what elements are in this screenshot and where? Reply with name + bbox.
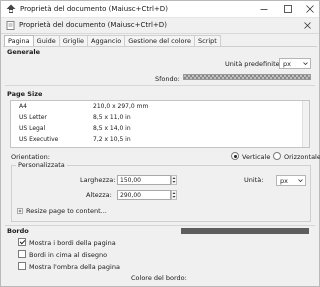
- page-size-heading: Page Size: [7, 90, 43, 98]
- dialog-panel-header: Proprietà del documento (Maiusc+Ctrl+D): [1, 18, 319, 34]
- border-on-top-label: Bordi in cima al disegno: [29, 251, 108, 259]
- background-color-swatch[interactable]: [183, 74, 311, 80]
- page-size-name: A4: [19, 103, 27, 110]
- maximize-button[interactable]: [281, 3, 295, 15]
- show-page-shadow-checkbox[interactable]: [18, 262, 26, 270]
- units-label: Unità:: [244, 176, 264, 184]
- tab-grids[interactable]: Griglie: [58, 35, 89, 46]
- border-heading: Bordo: [7, 227, 29, 235]
- landscape-radio[interactable]: [273, 152, 281, 160]
- page-size-name: US Executive: [19, 136, 59, 143]
- custom-units-select[interactable]: px: [276, 175, 306, 186]
- chevron-down-icon: [298, 179, 303, 183]
- show-page-border-checkbox[interactable]: [18, 238, 26, 246]
- general-heading: Generale: [7, 48, 41, 56]
- width-label: Larghezza:: [80, 176, 116, 184]
- custom-units-value: px: [280, 177, 288, 185]
- border-on-top-checkbox[interactable]: [18, 250, 26, 258]
- background-label: Sfondo:: [155, 75, 180, 83]
- page-size-name: US Letter: [19, 114, 47, 121]
- page-size-list[interactable]: A4 210,0 x 297,0 mm US Letter 8,5 x 11,0…: [10, 100, 310, 148]
- portrait-radio[interactable]: [231, 152, 239, 160]
- landscape-label: Orizzontale: [284, 153, 320, 161]
- chevron-down-icon: [303, 62, 308, 66]
- tab-guides[interactable]: Guide: [32, 35, 60, 46]
- height-input[interactable]: 290,00: [117, 190, 171, 200]
- document-properties-icon: [6, 21, 15, 30]
- width-input[interactable]: 150,00: [117, 175, 171, 185]
- orientation-label: Orientation:: [11, 153, 50, 161]
- resize-to-content-expander[interactable]: Resize page to content...: [26, 207, 107, 215]
- page-tab-content: Generale Unità predefinite: px Sfondo: P…: [3, 46, 320, 286]
- window-title: Proprietà del documento (Maiusc+Ctrl+D): [20, 5, 168, 13]
- minimize-button[interactable]: [257, 3, 271, 15]
- list-item[interactable]: US Legal 8,5 x 14,0 in: [11, 123, 309, 134]
- tab-page[interactable]: Pagina: [4, 35, 34, 46]
- document-properties-window: Proprietà del documento (Maiusc+Ctrl+D) …: [0, 0, 320, 287]
- default-units-label: Unità predefinite:: [225, 60, 282, 68]
- page-size-name: US Legal: [19, 125, 46, 132]
- panel-title: Proprietà del documento (Maiusc+Ctrl+D): [19, 21, 167, 29]
- list-item[interactable]: A4 210,0 x 297,0 mm: [11, 101, 309, 112]
- border-color-swatch[interactable]: [181, 228, 309, 234]
- list-item[interactable]: US Letter 8,5 x 11,0 in: [11, 112, 309, 123]
- page-size-dims: 8,5 x 14,0 in: [93, 125, 131, 132]
- page-size-dims: 8,5 x 11,0 in: [93, 114, 131, 121]
- page-size-dims: 210,0 x 297,0 mm: [93, 103, 149, 110]
- portrait-label: Verticale: [242, 153, 271, 161]
- section-divider: [5, 225, 315, 226]
- list-scrollbar[interactable]: [302, 101, 309, 147]
- width-value: 150,00: [120, 177, 141, 184]
- section-divider: [5, 85, 315, 86]
- expander-icon[interactable]: [17, 208, 23, 216]
- title-bar[interactable]: Proprietà del documento (Maiusc+Ctrl+D): [1, 1, 319, 18]
- show-page-border-label: Mostra i bordi della pagina: [29, 239, 116, 247]
- close-panel-button[interactable]: [302, 20, 313, 31]
- page-size-dims: 7,2 x 10,5 in: [93, 136, 131, 143]
- custom-size-group: Personalizzata Larghezza: 150,00 Unità: …: [11, 161, 311, 222]
- border-color-label: Colore del bordo:: [131, 274, 187, 282]
- height-label: Altezza:: [86, 191, 112, 199]
- tab-color-management[interactable]: Gestione del colore: [124, 35, 195, 46]
- height-value: 290,00: [120, 192, 141, 199]
- default-units-value: px: [283, 60, 291, 68]
- tab-scripting[interactable]: Script: [194, 35, 221, 46]
- list-item[interactable]: US Executive 7,2 x 10,5 in: [11, 134, 309, 145]
- tab-snapping[interactable]: Aggancio: [87, 35, 126, 46]
- show-page-shadow-label: Mostra l'ombra della pagina: [29, 263, 120, 271]
- custom-size-title: Personalizzata: [16, 161, 67, 169]
- close-window-button[interactable]: [303, 3, 317, 15]
- tab-bar: Pagina Guide Griglie Aggancio Gestione d…: [4, 35, 221, 46]
- inkscape-app-icon: [6, 4, 16, 14]
- height-spin-buttons[interactable]: [171, 190, 177, 200]
- width-spin-buttons[interactable]: [171, 175, 177, 185]
- default-units-select[interactable]: px: [279, 58, 311, 69]
